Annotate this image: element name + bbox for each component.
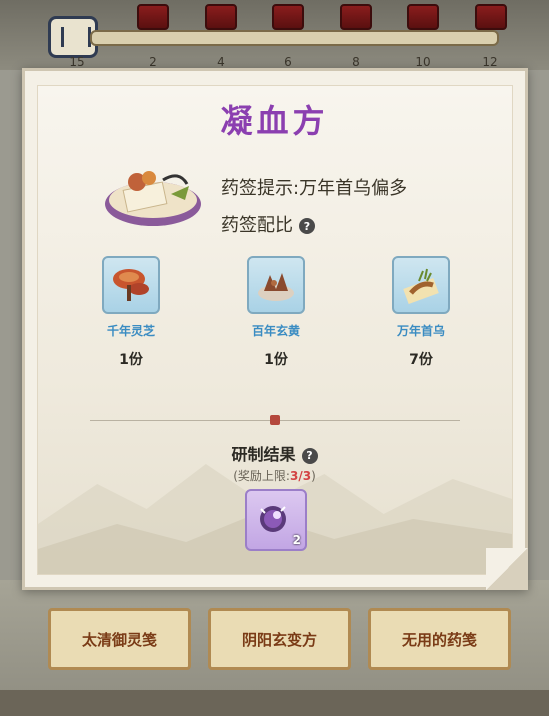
reward-limit: (奖励上限:3/3) [0,467,549,484]
recipe-button[interactable]: 无用的药笺 [368,608,511,670]
page-curl-decoration [486,548,528,590]
help-icon[interactable]: ? [301,447,318,464]
progress-tick: 4 [217,55,225,69]
ingredient-name: 万年首乌 [396,324,445,338]
help-icon[interactable]: ? [299,218,315,234]
lingzhi-mushroom-icon [113,269,149,301]
seal-icon [270,415,280,425]
ingredient-slot[interactable] [392,256,450,314]
xuanhuang-herb-icon [258,273,294,301]
result-title: 研制结果 [231,445,296,464]
ingredient-slot[interactable] [247,256,305,314]
recipe-button[interactable]: 阴阳玄变方 [208,608,351,670]
result-count: 2 [292,533,301,547]
recipe-hint: 药签提示:万年首乌偏多 [221,178,408,199]
ingredient-name: 千年灵芝 [106,324,155,338]
reward-limit-suffix: ) [311,469,316,483]
progress-tick: 2 [149,55,157,69]
progress-tick: 15 [69,55,85,69]
ingredient-name: 百年玄黄 [251,324,300,338]
ingredient-card[interactable]: 万年首乌 7份 [381,256,461,369]
milestone-chest-icon[interactable] [340,4,372,30]
milestone-chest-icon[interactable] [407,4,439,30]
ingredient-quantity: 1份 [119,352,143,368]
recipe-button[interactable]: 太清御灵笺 [48,608,191,670]
bottom-rail [0,690,549,716]
progress-tick: 6 [284,55,292,69]
ingredient-slot[interactable] [102,256,160,314]
ingredient-quantity: 7份 [409,352,433,368]
result-title-row: 研制结果? [0,441,549,465]
ingredient-card[interactable]: 百年玄黄 1份 [236,256,316,369]
progress-track [90,30,499,46]
shouwu-root-icon [403,268,439,304]
herb-tray-icon [105,171,201,226]
milestone-chest-icon[interactable] [137,4,169,30]
reward-limit-value: 3/3 [289,469,312,483]
progress-tick: 10 [415,55,431,69]
recipe-title: 凝血方 [220,102,329,140]
milestone-chest-icon[interactable] [205,4,237,30]
result-item-slot[interactable]: 2 [245,489,307,551]
ratio-label-row: 药签配比? [221,211,315,237]
reward-limit-prefix: (奖励上限: [233,469,290,483]
milestone-chest-icon[interactable] [272,4,304,30]
ingredient-quantity: 1份 [264,352,288,368]
ingredient-card[interactable]: 千年灵芝 1份 [91,256,171,369]
milestone-chest-icon[interactable] [475,4,507,30]
ratio-label: 药签配比 [221,215,293,236]
progress-tick: 8 [352,55,360,69]
progress-tick: 12 [482,55,498,69]
